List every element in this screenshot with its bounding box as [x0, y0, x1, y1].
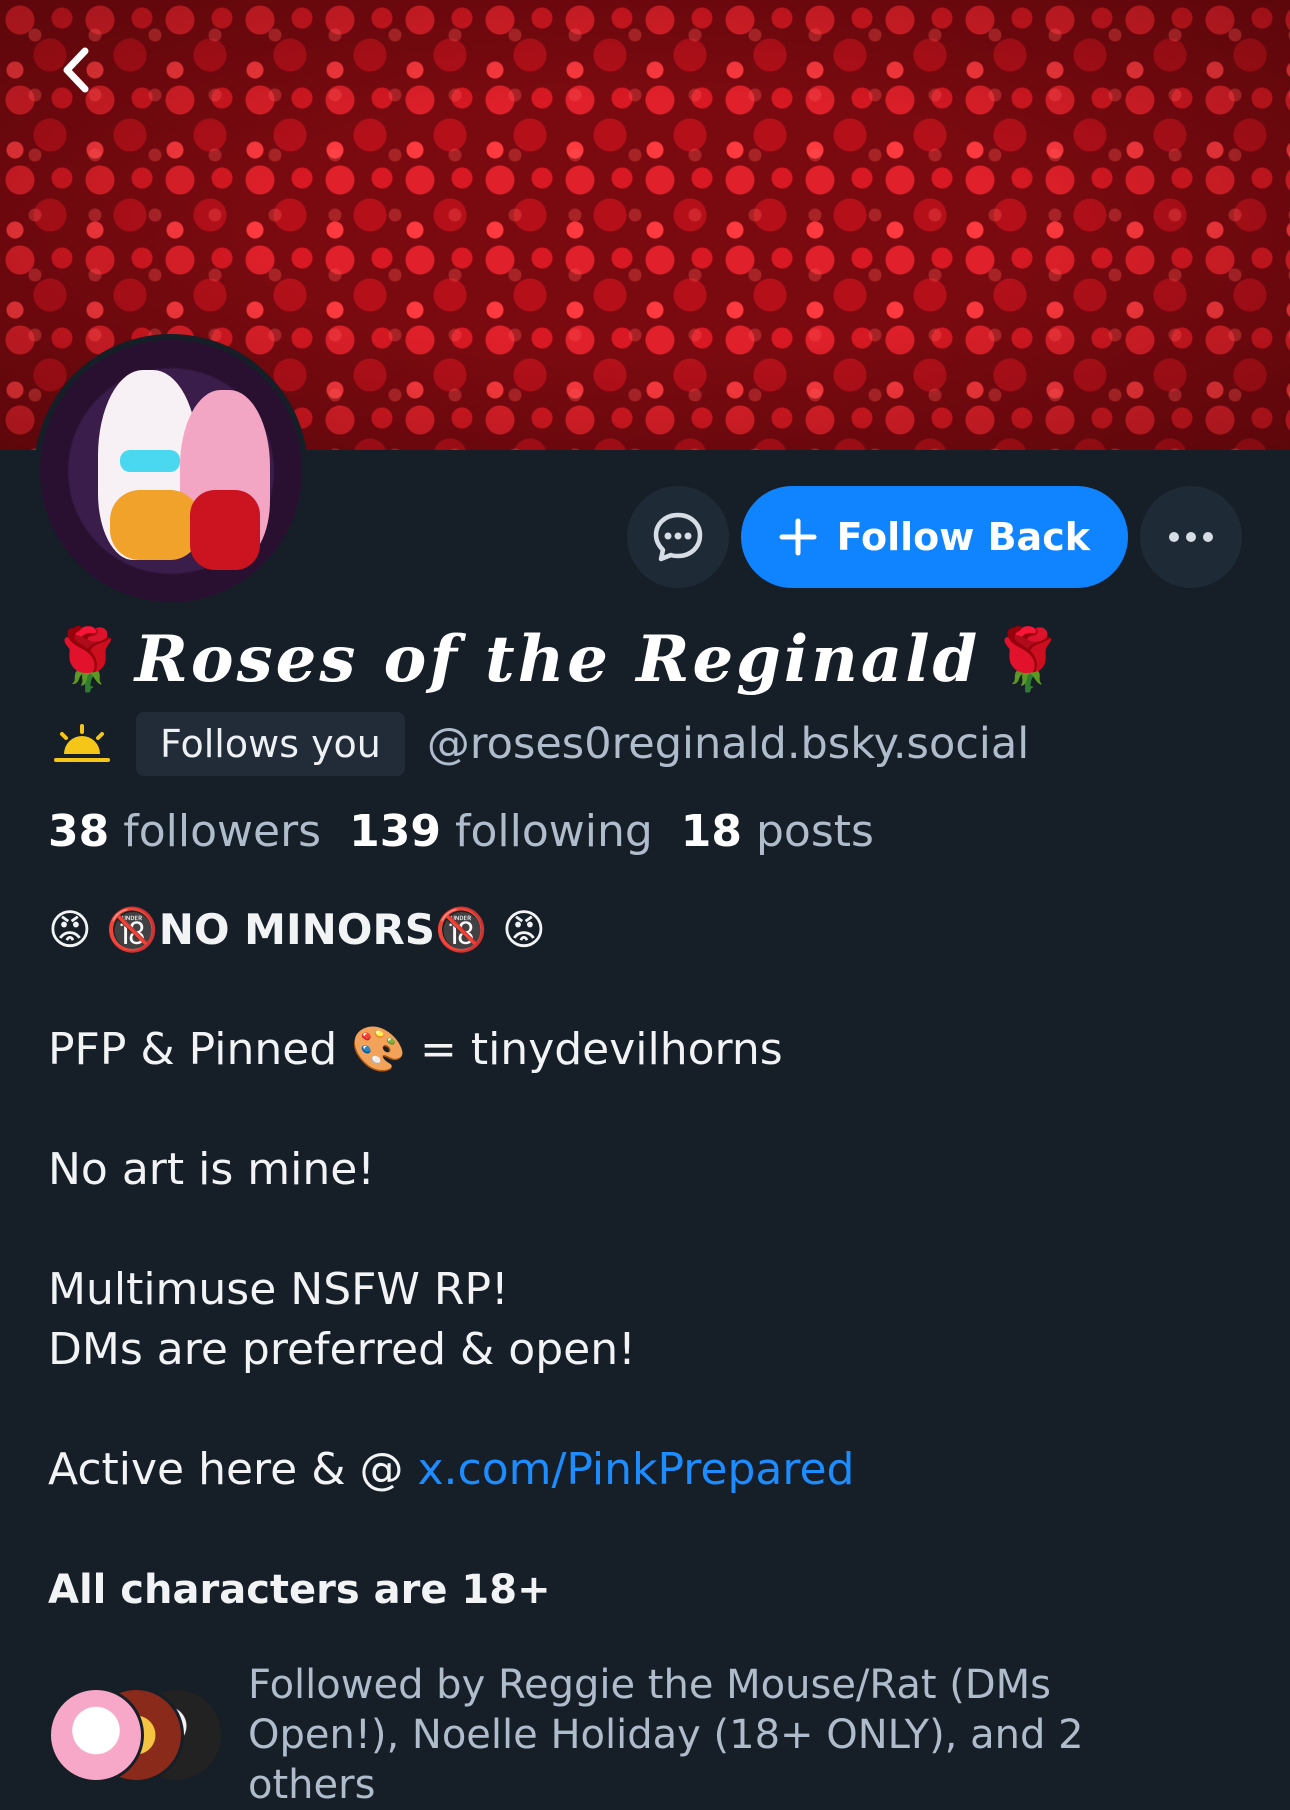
display-name-row: 🌹 Roses of the Reginald 🌹 [50, 622, 1065, 697]
chevron-left-icon [63, 47, 89, 93]
following-stat[interactable]: 139 following [349, 806, 653, 857]
bio-link[interactable]: x.com/PinkPrepared [418, 1444, 855, 1495]
profile-stats: 38 followers 139 following 18 posts [48, 806, 874, 857]
bio-line: PFP & Pinned 🎨 = tinydevilhorns [48, 1024, 783, 1075]
avatar [48, 1687, 144, 1783]
follow-back-button[interactable]: Follow Back [740, 486, 1128, 588]
back-button[interactable] [48, 42, 104, 98]
avatar-image [40, 340, 302, 602]
rose-emoji: 🌹 [990, 625, 1065, 695]
follows-you-badge: Follows you [136, 712, 405, 776]
profile-actions: Follow Back [626, 486, 1242, 588]
handle-row: Follows you @roses0reginald.bsky.social [50, 712, 1029, 776]
bio-line: No art is mine! [48, 1144, 375, 1195]
followers-label: followers [123, 806, 322, 857]
followers-stat[interactable]: 38 followers [48, 806, 321, 857]
bio-line: Active here & @ x.com/PinkPrepared [48, 1440, 1248, 1500]
followers-count: 38 [48, 806, 110, 857]
following-count: 139 [349, 806, 441, 857]
follower-avatars [48, 1687, 224, 1783]
plus-icon [779, 518, 817, 556]
follow-back-label: Follow Back [836, 515, 1090, 559]
avatar[interactable] [34, 334, 308, 608]
following-label: following [454, 806, 653, 857]
more-horizontal-icon [1169, 532, 1213, 542]
bio-line: Multimuse NSFW RP! [48, 1264, 509, 1315]
posts-count: 18 [680, 806, 742, 857]
more-options-button[interactable] [1140, 486, 1242, 588]
message-button[interactable] [626, 486, 729, 588]
posts-stat: 18 posts [681, 806, 874, 857]
posts-label: posts [756, 806, 874, 857]
followed-by-section[interactable]: Followed by Reggie the Mouse/Rat (DMs Op… [48, 1660, 1208, 1810]
bio-line: All characters are 18+ [48, 1567, 551, 1613]
profile-bio: 😡 🔞NO MINORS🔞 😡 PFP & Pinned 🎨 = tinydev… [48, 900, 1248, 1620]
followed-by-text: Followed by Reggie the Mouse/Rat (DMs Op… [248, 1662, 1084, 1808]
bio-line: DMs are preferred & open! [48, 1324, 636, 1375]
sunrise-icon [54, 724, 110, 762]
profile-handle: @roses0reginald.bsky.social [426, 719, 1030, 769]
bio-text: Active here & @ [48, 1444, 418, 1495]
rose-emoji: 🌹 [50, 625, 125, 695]
display-name: Roses of the Reginald [134, 622, 981, 697]
chat-bubble-icon [653, 512, 702, 562]
bio-line: 😡 🔞NO MINORS🔞 😡 [48, 905, 546, 954]
